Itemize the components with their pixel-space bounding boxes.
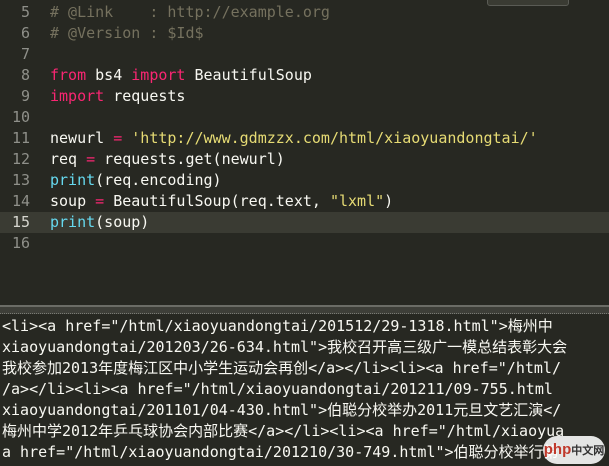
console-output-line: xiaoyuandongtai/201203/26-634.html">我校召开… xyxy=(2,338,568,356)
code-text: print(soup) xyxy=(50,212,149,233)
code-token-plain: bs4 xyxy=(86,66,132,84)
code-text: print(req.encoding) xyxy=(50,170,222,191)
code-line[interactable]: 5 # @Link : http://example.org xyxy=(0,2,609,23)
code-text: soup = BeautifulSoup(req.text, "lxml") xyxy=(50,191,393,212)
watermark-text-a: php xyxy=(543,441,572,458)
code-line[interactable]: 12 req = requests.get(newurl) xyxy=(0,149,609,170)
line-number: 5 xyxy=(20,3,30,21)
code-line[interactable]: 6 # @Version : $Id$ xyxy=(0,23,609,44)
line-number: 8 xyxy=(20,66,30,84)
code-token-plain: (soup) xyxy=(95,213,150,231)
line-number: 10 xyxy=(11,108,30,126)
console-output-line: a href="/html/xiaoyuandongtai/201210/30-… xyxy=(2,443,559,461)
code-line[interactable]: 10 xyxy=(0,107,609,128)
code-token-builtin: print xyxy=(50,213,96,231)
watermark-text-b: 中文网 xyxy=(571,445,605,457)
code-line[interactable]: 14 soup = BeautifulSoup(req.text, "lxml") xyxy=(0,191,609,212)
line-number: 12 xyxy=(11,150,30,168)
code-line[interactable]: 15 print(soup) xyxy=(0,212,609,233)
site-watermark: php中文网 xyxy=(543,436,605,464)
code-token-plain: BeautifulSoup(req.text, xyxy=(104,192,330,210)
line-number: 9 xyxy=(20,87,30,105)
code-line[interactable]: 8 from bs4 import BeautifulSoup xyxy=(0,65,609,86)
console-output-line: /a></li><li><a href="/html/xiaoyuandongt… xyxy=(2,380,553,398)
code-editor[interactable]: 5 # @Link : http://example.org 6 # @Version… xyxy=(0,0,609,305)
code-token-op: = xyxy=(95,192,105,210)
console-output-line: 我校参加2013年度梅江区中小学生运动会再创</a></li><li><a hr… xyxy=(2,359,561,377)
code-token-keyword: import xyxy=(131,66,186,84)
code-text: newurl = 'http://www.gdmzzx.com/html/xia… xyxy=(50,128,538,149)
console-output-line: <li><a href="/html/xiaoyuandongtai/20151… xyxy=(2,317,553,335)
code-token-plain: soup xyxy=(50,192,96,210)
line-number: 11 xyxy=(11,129,30,147)
line-number: 16 xyxy=(11,234,30,252)
code-token-plain: requests xyxy=(104,87,186,105)
console-output-line: 梅州中学2012年乒乓球协会内部比赛</a></li><li><a href="… xyxy=(2,422,565,440)
code-token-keyword: from xyxy=(50,66,87,84)
code-text: req = requests.get(newurl) xyxy=(50,149,285,170)
code-token-keyword: import xyxy=(50,87,105,105)
code-text: from bs4 import BeautifulSoup xyxy=(50,65,312,86)
panel-splitter[interactable] xyxy=(0,305,609,314)
code-line[interactable]: 9 import requests xyxy=(0,86,609,107)
code-token-comment: # @Link : http://example.org xyxy=(50,3,330,21)
code-token-plain: BeautifulSoup xyxy=(185,66,312,84)
code-token-plain: (req.encoding) xyxy=(95,171,222,189)
code-token-string: "lxml" xyxy=(329,192,385,210)
output-console[interactable]: <li><a href="/html/xiaoyuandongtai/20151… xyxy=(0,314,609,466)
code-line[interactable]: 7 xyxy=(0,44,609,65)
line-number: 6 xyxy=(20,24,30,42)
code-token-op: = xyxy=(86,150,96,168)
line-number: 15 xyxy=(11,213,30,231)
code-line[interactable]: 13 print(req.encoding) xyxy=(0,170,609,191)
code-token-plain: requests.get(newurl) xyxy=(95,150,285,168)
code-text: # @Link : http://example.org xyxy=(50,2,330,23)
code-token-plain: newurl xyxy=(50,129,114,147)
code-line[interactable]: 16 xyxy=(0,233,609,254)
code-token-plain: ) xyxy=(384,192,394,210)
code-text: import requests xyxy=(50,86,185,107)
code-token-string: 'http://www.gdmzzx.com/html/xiaoyuandong… xyxy=(131,129,538,147)
console-output-line: xiaoyuandongtai/201101/04-430.html">伯聪分校… xyxy=(2,401,562,419)
code-line[interactable]: 11 newurl = 'http://www.gdmzzx.com/html/x… xyxy=(0,128,609,149)
code-token-plain: req xyxy=(50,150,87,168)
code-token-builtin: print xyxy=(50,171,96,189)
code-text: # @Version : $Id$ xyxy=(50,23,204,44)
code-token-comment: # @Version : $Id$ xyxy=(50,24,204,42)
line-number: 14 xyxy=(11,192,30,210)
line-number: 13 xyxy=(11,171,30,189)
line-number: 7 xyxy=(20,45,30,63)
code-token-op: = xyxy=(113,129,123,147)
